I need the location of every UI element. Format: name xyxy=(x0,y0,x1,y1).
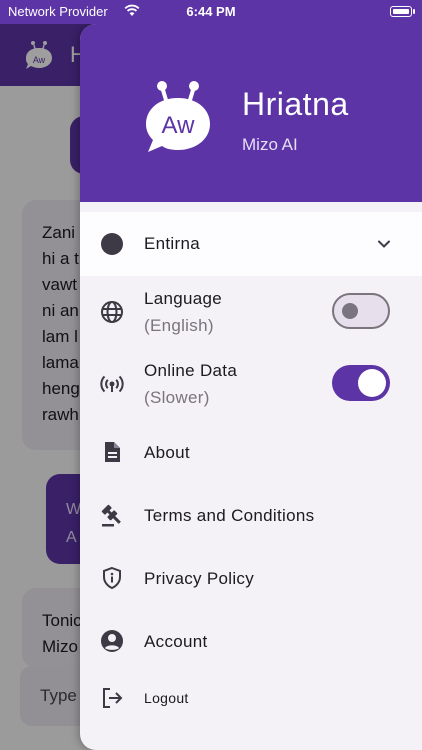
drawer-app-name: Hriatna xyxy=(242,86,349,122)
menu-item-label: Logout xyxy=(144,690,189,706)
language-label: Language xyxy=(144,289,223,308)
toggle-knob xyxy=(358,369,386,397)
menu-item-privacy[interactable]: Privacy Policy xyxy=(80,556,422,600)
shield-info-icon xyxy=(103,566,121,590)
online-data-value: (Slower) xyxy=(144,388,210,407)
document-icon xyxy=(105,442,120,462)
chevron-down-icon[interactable] xyxy=(376,236,392,252)
navigation-drawer: Aw Hriatna Mizo AI Entirna Language (Eng… xyxy=(80,24,422,750)
menu-item-label: About xyxy=(144,443,190,462)
toggle-knob xyxy=(342,303,358,319)
battery-icon xyxy=(390,6,415,17)
menu-item-label: Terms and Conditions xyxy=(144,506,315,525)
drawer-app-subtitle: Mizo AI xyxy=(242,135,298,154)
account-circle-icon xyxy=(101,630,123,652)
menu-item-online-data[interactable]: Online Data (Slower) xyxy=(80,354,422,418)
hriatna-logo-icon: Aw xyxy=(146,81,210,152)
menu-item-language[interactable]: Language (English) xyxy=(80,282,422,346)
menu-item-label: Privacy Policy xyxy=(144,569,255,588)
status-time: 6:44 PM xyxy=(186,4,236,19)
menu-item-logout[interactable]: Logout xyxy=(80,676,422,720)
status-bar: Network Provider 6:44 PM xyxy=(0,0,422,24)
gavel-icon xyxy=(101,504,121,527)
menu-item-label: Entirna xyxy=(144,234,200,253)
logout-icon xyxy=(103,688,123,708)
menu-item-label: Account xyxy=(144,632,208,651)
screen: Aw H Zani hi a t vawt ni an lam l lama h… xyxy=(0,0,422,750)
drawer-header: Aw Hriatna Mizo AI xyxy=(80,24,422,202)
language-value: (English) xyxy=(144,316,214,335)
menu-item-terms[interactable]: Terms and Conditions xyxy=(80,493,422,537)
online-data-toggle[interactable] xyxy=(332,365,390,401)
menu-item-about[interactable]: About xyxy=(80,430,422,474)
globe-icon xyxy=(101,301,123,323)
logo-text: Aw xyxy=(162,112,196,139)
circle-icon xyxy=(101,233,123,255)
menu-item-account[interactable]: Account xyxy=(80,619,422,663)
menu-item-entirna[interactable]: Entirna xyxy=(80,212,422,276)
online-data-label: Online Data xyxy=(144,361,238,380)
broadcast-icon xyxy=(100,375,124,393)
language-toggle[interactable] xyxy=(332,293,390,329)
